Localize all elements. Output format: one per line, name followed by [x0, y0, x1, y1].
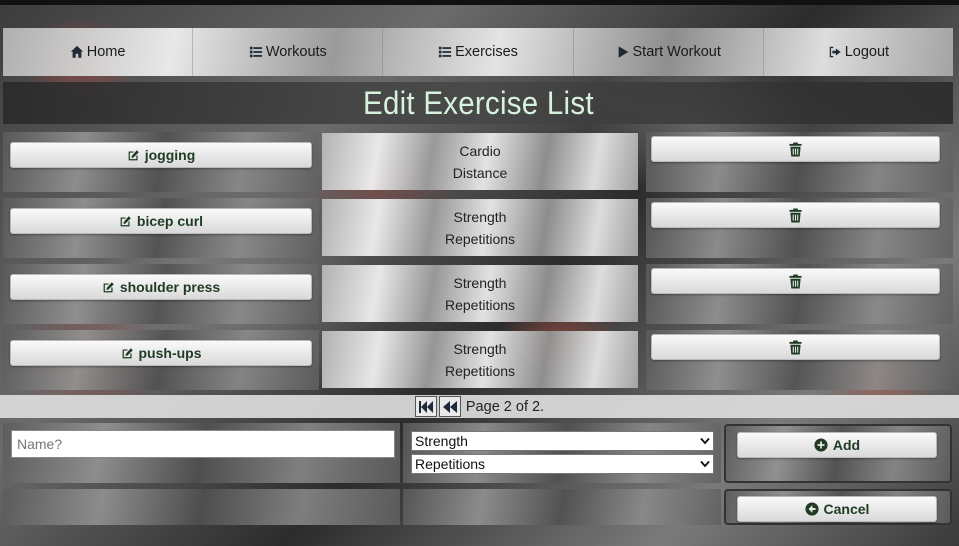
exercise-category: Strength — [453, 340, 507, 357]
measure-select-value: Repetitions — [415, 456, 486, 472]
nav-workouts[interactable]: Workouts — [193, 28, 384, 76]
exercise-name-cell: push-ups — [3, 330, 319, 390]
delete-exercise-button[interactable] — [651, 334, 940, 360]
delete-exercise-button[interactable] — [651, 202, 940, 228]
exercise-name-cell: shoulder press — [3, 264, 319, 324]
edit-exercise-button[interactable]: bicep curl — [10, 208, 312, 234]
edit-exercise-button[interactable]: shoulder press — [10, 274, 312, 300]
plus-circle-icon — [814, 438, 828, 452]
exercise-actions-cell — [646, 330, 953, 390]
exercise-row: jogging Cardio Distance — [3, 132, 953, 192]
exercise-row: bicep curl Strength Repetitions — [3, 198, 953, 258]
cancel-button-label: Cancel — [823, 501, 870, 517]
edit-icon — [120, 215, 131, 226]
exercise-category: Strength — [453, 274, 507, 291]
new-exercise-type-cell: Strength Repetitions — [403, 423, 721, 483]
home-icon — [70, 45, 83, 58]
new-exercise-actions-cell: Add — [724, 424, 952, 483]
category-select[interactable]: Strength — [411, 431, 714, 451]
nav-logout[interactable]: Logout — [764, 28, 953, 76]
backward-icon — [442, 400, 457, 413]
edit-icon — [128, 149, 139, 160]
exercise-type-cell: Cardio Distance — [322, 133, 638, 190]
page-indicator: Page 2 of 2. — [465, 398, 545, 415]
exercise-type-cell: Strength Repetitions — [322, 199, 638, 256]
arrow-circle-left-icon — [804, 502, 819, 516]
main-nav: Home Workouts Exercises Start Workout Lo… — [3, 28, 953, 76]
exercise-name-cell: jogging — [3, 132, 319, 192]
exercise-name: jogging — [144, 147, 196, 163]
category-select-value: Strength — [415, 433, 468, 449]
measure-select[interactable]: Repetitions — [411, 454, 714, 474]
list-icon — [249, 46, 262, 58]
exercise-measure: Distance — [452, 164, 508, 181]
fast-backward-icon — [418, 400, 433, 413]
list-icon — [438, 46, 452, 58]
exercise-name: push-ups — [138, 345, 202, 361]
chevron-down-icon — [700, 437, 710, 445]
nav-workouts-label: Workouts — [265, 44, 327, 60]
page-title: Edit Exercise List — [362, 84, 594, 121]
cancel-button[interactable]: Cancel — [737, 496, 937, 522]
nav-exercises[interactable]: Exercises — [383, 28, 574, 76]
delete-exercise-button[interactable] — [651, 136, 940, 162]
nav-exercises-label: Exercises — [455, 44, 518, 60]
edit-exercise-button[interactable]: jogging — [10, 142, 312, 168]
footer-cell-right: Cancel — [724, 489, 952, 525]
exercise-measure: Repetitions — [444, 362, 516, 379]
previous-page-button[interactable] — [438, 396, 461, 417]
trash-icon — [789, 208, 802, 222]
nav-start-workout[interactable]: Start Workout — [574, 28, 764, 76]
add-exercise-button[interactable]: Add — [737, 432, 937, 458]
play-icon — [618, 46, 628, 58]
exercise-category: Cardio — [459, 142, 501, 159]
first-page-button[interactable] — [414, 396, 437, 417]
exercise-row: push-ups Strength Repetitions — [3, 330, 953, 390]
exercise-name-input[interactable] — [11, 430, 395, 458]
add-button-label: Add — [832, 437, 861, 453]
exercise-row: shoulder press Strength Repetitions — [3, 264, 953, 324]
exercise-category: Strength — [453, 208, 507, 225]
new-exercise-name-cell — [3, 423, 400, 483]
trash-icon — [789, 340, 802, 354]
exercise-name-cell: bicep curl — [3, 198, 319, 258]
nav-home[interactable]: Home — [3, 28, 194, 76]
trash-icon — [789, 142, 802, 156]
trash-icon — [789, 274, 802, 288]
window-top-edge — [0, 0, 959, 5]
delete-exercise-button[interactable] — [651, 268, 940, 294]
exercise-type-cell: Strength Repetitions — [322, 331, 638, 388]
exercise-actions-cell — [646, 264, 953, 324]
nav-home-label: Home — [86, 44, 126, 60]
edit-icon — [122, 347, 133, 358]
exercise-measure: Repetitions — [444, 230, 516, 247]
pagination: Page 2 of 2. — [0, 395, 959, 418]
sign-out-icon — [829, 46, 841, 58]
exercise-measure: Repetitions — [444, 296, 516, 313]
exercise-actions-cell — [646, 132, 953, 192]
chevron-down-icon — [700, 460, 710, 468]
nav-logout-label: Logout — [844, 44, 890, 60]
nav-start-workout-label: Start Workout — [632, 44, 721, 60]
exercise-name: bicep curl — [136, 213, 204, 229]
exercise-name: shoulder press — [119, 279, 221, 295]
edit-icon — [103, 281, 114, 292]
page-header: Edit Exercise List — [3, 82, 953, 124]
footer-cell-middle — [403, 489, 721, 525]
edit-exercise-button[interactable]: push-ups — [10, 340, 312, 366]
exercise-type-cell: Strength Repetitions — [322, 265, 638, 322]
exercise-actions-cell — [646, 198, 953, 258]
footer-cell-left — [3, 489, 400, 525]
